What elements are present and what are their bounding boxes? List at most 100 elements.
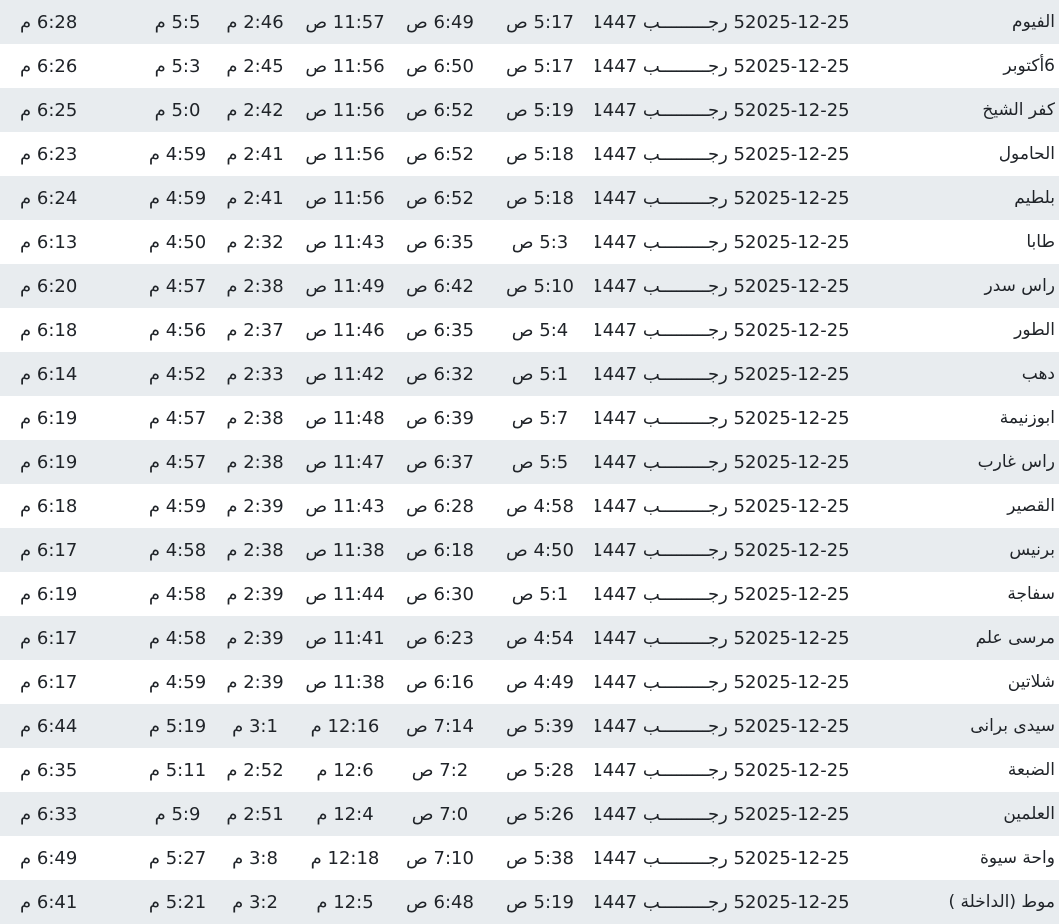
isha-time-cell: 6:17 م [20, 627, 78, 649]
fajr-time-cell: 5:18 ص [506, 143, 574, 165]
city-cell: الطور [1014, 320, 1055, 340]
table-row: الفيوم 2025-12-25 5 رجـــــــــب 1447 5:17 … [0, 0, 1059, 44]
isha-time-cell: 6:35 م [20, 759, 78, 781]
maghrib-time-cell: 4:59 م [148, 187, 207, 209]
asr-time-cell: 2:39 م [226, 627, 284, 649]
sunrise-time-cell: 6:39 ص [406, 407, 474, 429]
city-cell: طابا [1026, 232, 1055, 252]
isha-time-cell: 6:24 م [20, 187, 78, 209]
maghrib-time-cell: 5:11 م [148, 759, 207, 781]
isha-time-cell: 6:49 م [20, 847, 78, 869]
table-row: واحة سيوة 2025-12-25 5 رجـــــــــب 1447 5:… [0, 836, 1059, 880]
dhuhr-time-cell: 11:56 ص [305, 99, 385, 121]
hijri-date-cell: 5 رجـــــــــب 1447 [595, 627, 745, 649]
dhuhr-time-cell: 11:48 ص [305, 407, 385, 429]
isha-time-cell: 6:18 م [20, 319, 78, 341]
gregorian-date-cell: 2025-12-25 [745, 803, 850, 825]
sunrise-time-cell: 6:28 ص [406, 495, 474, 517]
sunrise-time-cell: 7:2 ص [411, 759, 469, 781]
maghrib-time-cell: 5:19 م [148, 715, 207, 737]
gregorian-date-cell: 2025-12-25 [745, 363, 850, 385]
isha-time-cell: 6:17 م [20, 671, 78, 693]
table-row: الضبعة 2025-12-25 5 رجـــــــــب 1447 5:28 … [0, 748, 1059, 792]
fajr-time-cell: 5:18 ص [506, 187, 574, 209]
asr-time-cell: 2:38 م [226, 275, 284, 297]
city-cell: شلاتين [1007, 672, 1055, 692]
table-row: كفر الشيخ 2025-12-25 5 رجـــــــــب 1447 5:… [0, 88, 1059, 132]
city-cell: كفر الشيخ [982, 100, 1055, 120]
table-row: موط (الداخلة ) 2025-12-25 5 رجـــــــــب 1… [0, 880, 1059, 924]
maghrib-time-cell: 4:59 م [148, 143, 207, 165]
dhuhr-time-cell: 12:6 م [316, 759, 374, 781]
isha-time-cell: 6:26 م [20, 55, 78, 77]
table-row: الطور 2025-12-25 5 رجـــــــــب 1447 5:4 ص 6… [0, 308, 1059, 352]
gregorian-date-cell: 2025-12-25 [745, 99, 850, 121]
maghrib-time-cell: 4:56 م [148, 319, 207, 341]
isha-time-cell: 6:41 م [20, 891, 78, 913]
maghrib-time-cell: 5:21 م [148, 891, 207, 913]
hijri-date-cell: 5 رجـــــــــب 1447 [595, 319, 745, 341]
isha-time-cell: 6:13 م [20, 231, 78, 253]
asr-time-cell: 2:41 م [226, 187, 284, 209]
sunrise-time-cell: 6:52 ص [406, 187, 474, 209]
dhuhr-time-cell: 11:56 ص [305, 187, 385, 209]
sunrise-time-cell: 7:10 ص [406, 847, 474, 869]
gregorian-date-cell: 2025-12-25 [745, 539, 850, 561]
fajr-time-cell: 5:1 ص [511, 583, 569, 605]
maghrib-time-cell: 4:58 م [148, 627, 207, 649]
asr-time-cell: 2:38 م [226, 539, 284, 561]
fajr-time-cell: 5:19 ص [506, 99, 574, 121]
maghrib-time-cell: 4:57 م [148, 275, 207, 297]
gregorian-date-cell: 2025-12-25 [745, 451, 850, 473]
asr-time-cell: 2:39 م [226, 671, 284, 693]
isha-time-cell: 6:14 م [20, 363, 78, 385]
sunrise-time-cell: 6:32 ص [406, 363, 474, 385]
dhuhr-time-cell: 11:43 ص [305, 231, 385, 253]
asr-time-cell: 2:39 م [226, 583, 284, 605]
gregorian-date-cell: 2025-12-25 [745, 11, 850, 33]
isha-time-cell: 6:23 م [20, 143, 78, 165]
dhuhr-time-cell: 12:16 م [310, 715, 380, 737]
isha-time-cell: 6:44 م [20, 715, 78, 737]
sunrise-time-cell: 6:35 ص [406, 231, 474, 253]
table-body: الفيوم 2025-12-25 5 رجـــــــــب 1447 5:17 … [0, 0, 1059, 924]
isha-time-cell: 6:18 م [20, 495, 78, 517]
fajr-time-cell: 5:17 ص [506, 11, 574, 33]
table-row: راس غارب 2025-12-25 5 رجـــــــــب 1447 5:5… [0, 440, 1059, 484]
sunrise-time-cell: 7:0 ص [411, 803, 469, 825]
isha-time-cell: 6:19 م [20, 451, 78, 473]
fajr-time-cell: 5:3 ص [511, 231, 569, 253]
asr-time-cell: 2:38 م [226, 407, 284, 429]
maghrib-time-cell: 5:27 م [148, 847, 207, 869]
fajr-time-cell: 5:39 ص [506, 715, 574, 737]
asr-time-cell: 3:8 م [232, 847, 278, 869]
maghrib-time-cell: 5:9 م [154, 803, 201, 825]
maghrib-time-cell: 4:59 م [148, 671, 207, 693]
hijri-date-cell: 5 رجـــــــــب 1447 [595, 451, 745, 473]
dhuhr-time-cell: 11:41 ص [305, 627, 385, 649]
gregorian-date-cell: 2025-12-25 [745, 143, 850, 165]
sunrise-time-cell: 6:52 ص [406, 99, 474, 121]
sunrise-time-cell: 6:23 ص [406, 627, 474, 649]
city-cell: راس سدر [984, 276, 1055, 296]
table-row: القصير 2025-12-25 5 رجـــــــــب 1447 4:58 … [0, 484, 1059, 528]
table-row: بلطيم 2025-12-25 5 رجـــــــــب 1447 5:18 ص… [0, 176, 1059, 220]
asr-time-cell: 2:45 م [226, 55, 284, 77]
sunrise-time-cell: 6:52 ص [406, 143, 474, 165]
hijri-date-cell: 5 رجـــــــــب 1447 [595, 803, 745, 825]
asr-time-cell: 2:51 م [226, 803, 284, 825]
dhuhr-time-cell: 11:49 ص [305, 275, 385, 297]
isha-time-cell: 6:28 م [20, 11, 78, 33]
maghrib-time-cell: 4:52 م [148, 363, 207, 385]
table-row: سيدى برانى 2025-12-25 5 رجـــــــــب 1447 5… [0, 704, 1059, 748]
dhuhr-time-cell: 11:44 ص [305, 583, 385, 605]
gregorian-date-cell: 2025-12-25 [745, 847, 850, 869]
city-cell: 6أكتوبر [1003, 56, 1055, 76]
maghrib-time-cell: 5:3 م [154, 55, 201, 77]
hijri-date-cell: 5 رجـــــــــب 1447 [595, 847, 745, 869]
hijri-date-cell: 5 رجـــــــــب 1447 [595, 539, 745, 561]
table-row: سفاجة 2025-12-25 5 رجـــــــــب 1447 5:1 ص 6… [0, 572, 1059, 616]
hijri-date-cell: 5 رجـــــــــب 1447 [595, 143, 745, 165]
maghrib-time-cell: 5:5 م [154, 11, 201, 33]
isha-time-cell: 6:17 م [20, 539, 78, 561]
